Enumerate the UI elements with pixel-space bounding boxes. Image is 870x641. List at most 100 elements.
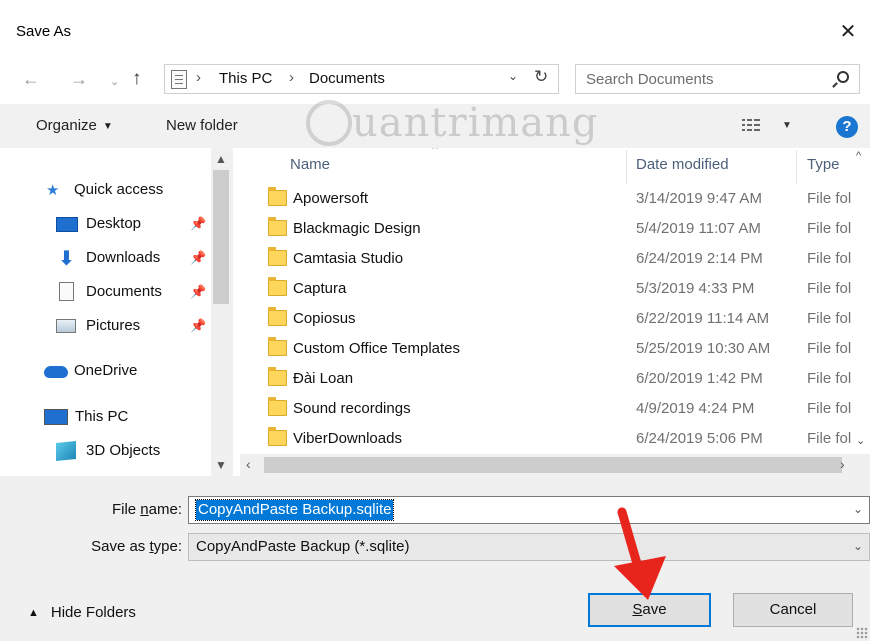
folder-icon — [268, 397, 287, 416]
nav-item-documents[interactable]: Documents 📌 — [56, 279, 211, 305]
file-name: Blackmagic Design — [293, 220, 421, 237]
file-row[interactable]: Captura 5/3/2019 4:33 PM File fol — [264, 274, 870, 304]
folder-icon — [268, 367, 287, 386]
column-divider[interactable] — [796, 150, 797, 184]
hide-folders-button[interactable]: ▲ Hide Folders — [28, 604, 136, 621]
pin-icon[interactable]: 📌 — [190, 250, 206, 266]
file-type: File fol — [807, 430, 852, 447]
file-date: 4/9/2019 4:24 PM — [636, 400, 755, 417]
file-name: Camtasia Studio — [293, 250, 404, 267]
close-icon[interactable]: ✕ — [834, 18, 862, 46]
help-icon[interactable]: ? — [836, 116, 858, 138]
organize-menu[interactable]: Organize ▼ — [36, 117, 113, 134]
file-list: ^ Name Date modified Type Apowersoft 3/14… — [240, 148, 870, 476]
column-header-date[interactable]: Date modified — [636, 156, 729, 173]
nav-item-label: Downloads — [86, 249, 161, 266]
pictures-icon — [56, 319, 76, 333]
breadcrumb-documents[interactable]: Documents — [309, 70, 385, 87]
search-box — [575, 64, 860, 94]
view-dropdown-icon[interactable]: ▼ — [782, 120, 792, 131]
address-bar[interactable]: › This PC › Documents ⌄ ↻ — [164, 64, 559, 94]
file-list-vertical-scrollbar[interactable]: ^ ⌄ — [854, 148, 870, 458]
save-as-type-label: Save as type: — [60, 538, 182, 555]
breadcrumb-this-pc[interactable]: This PC — [219, 70, 272, 87]
file-row[interactable]: Blackmagic Design 5/4/2019 11:07 AM File f… — [264, 214, 870, 244]
file-row[interactable]: Đài Loan 6/20/2019 1:42 PM File fol — [264, 364, 870, 394]
scrollbar-thumb[interactable] — [264, 457, 842, 473]
breadcrumb-separator: › — [289, 69, 294, 86]
file-row[interactable]: Sound recordings 4/9/2019 4:24 PM File fol — [264, 394, 870, 424]
file-name-field[interactable]: CopyAndPaste Backup.sqlite ⌄ — [188, 496, 870, 524]
up-arrow-icon[interactable]: ↑ — [132, 67, 142, 91]
search-icon[interactable] — [837, 71, 849, 83]
folder-icon — [268, 277, 287, 296]
pin-icon[interactable]: 📌 — [190, 284, 206, 300]
file-date: 6/20/2019 1:42 PM — [636, 370, 763, 387]
recent-locations-chevron-icon[interactable]: ⌄ — [110, 70, 119, 94]
file-type: File fol — [807, 220, 852, 237]
scroll-down-icon[interactable]: ⌄ — [856, 434, 865, 447]
file-type: File fol — [807, 400, 852, 417]
nav-item-pictures[interactable]: Pictures 📌 — [56, 313, 211, 339]
cancel-button[interactable]: Cancel — [733, 593, 853, 627]
folder-icon — [268, 217, 287, 236]
organize-label: Organize — [36, 117, 97, 134]
nav-item-downloads[interactable]: ⬇ Downloads 📌 — [56, 245, 211, 271]
column-header-name[interactable]: Name — [290, 156, 330, 173]
chevron-down-icon[interactable]: ⌄ — [853, 502, 863, 516]
label-text: File — [111, 501, 141, 518]
file-name: Đài Loan — [293, 370, 354, 387]
nav-item-label: Quick access — [74, 181, 164, 198]
label-text: ype: — [153, 538, 182, 555]
file-date: 6/24/2019 2:14 PM — [636, 250, 763, 267]
scrollbar-thumb[interactable] — [213, 170, 229, 304]
file-name: Copiosus — [293, 310, 356, 327]
view-options-icon[interactable] — [742, 118, 762, 134]
pin-icon[interactable]: 📌 — [190, 216, 206, 232]
save-button[interactable]: Save — [588, 593, 711, 627]
file-row[interactable]: ViberDownloads 6/24/2019 5:06 PM File fol — [264, 424, 870, 454]
file-type: File fol — [807, 280, 852, 297]
file-row[interactable]: Apowersoft 3/14/2019 9:47 AM File fol — [264, 184, 870, 214]
scroll-up-icon[interactable]: ▲ — [215, 152, 227, 166]
nav-item-label: This PC — [75, 408, 129, 425]
hide-folders-label: Hide Folders — [50, 604, 136, 621]
file-row[interactable]: Copiosus 6/22/2019 11:14 AM File fol — [264, 304, 870, 334]
back-arrow-icon[interactable]: ← — [22, 67, 40, 91]
file-type: File fol — [807, 250, 852, 267]
folder-icon — [268, 427, 287, 446]
nav-item-label: OneDrive — [74, 362, 138, 379]
scroll-left-icon[interactable]: ‹ — [246, 456, 251, 472]
file-name: Captura — [293, 280, 347, 297]
scroll-up-icon[interactable]: ^ — [856, 150, 861, 162]
folder-icon — [268, 187, 287, 206]
pin-icon[interactable]: 📌 — [190, 318, 206, 334]
chevron-up-icon: ▲ — [28, 607, 39, 619]
scroll-right-icon[interactable]: › — [840, 456, 845, 472]
file-name-value[interactable]: CopyAndPaste Backup.sqlite — [194, 499, 395, 521]
nav-item-label: Desktop — [86, 215, 142, 232]
file-type: File fol — [807, 370, 852, 387]
column-header-type[interactable]: Type — [807, 156, 840, 173]
breadcrumb-separator: › — [196, 69, 201, 86]
new-folder-button[interactable]: New folder — [166, 117, 238, 134]
download-icon: ⬇ — [58, 248, 75, 270]
nav-pane-scrollbar[interactable]: ▲ ▼ — [211, 148, 233, 476]
nav-item-desktop[interactable]: Desktop 📌 — [56, 211, 211, 237]
save-as-type-select[interactable]: CopyAndPaste Backup (*.sqlite) ⌄ — [188, 533, 870, 561]
refresh-icon[interactable]: ↻ — [534, 67, 548, 87]
column-divider[interactable] — [626, 150, 627, 184]
chevron-down-icon[interactable]: ⌄ — [853, 539, 863, 553]
address-dropdown-icon[interactable]: ⌄ — [508, 69, 518, 83]
folder-icon — [268, 307, 287, 326]
file-list-horizontal-scrollbar[interactable]: ‹ › — [240, 454, 870, 476]
search-input[interactable] — [584, 69, 824, 89]
forward-arrow-icon[interactable]: → — [70, 67, 88, 91]
file-row[interactable]: Camtasia Studio 6/24/2019 2:14 PM File fol — [264, 244, 870, 274]
file-name: Sound recordings — [293, 400, 411, 417]
title-bar: Save As ✕ — [0, 0, 870, 58]
scroll-down-icon[interactable]: ▼ — [215, 458, 227, 472]
resize-grip[interactable] — [856, 627, 868, 639]
sort-indicator-icon: ^ — [432, 148, 438, 156]
file-row[interactable]: Custom Office Templates 5/25/2019 10:30 A… — [264, 334, 870, 364]
